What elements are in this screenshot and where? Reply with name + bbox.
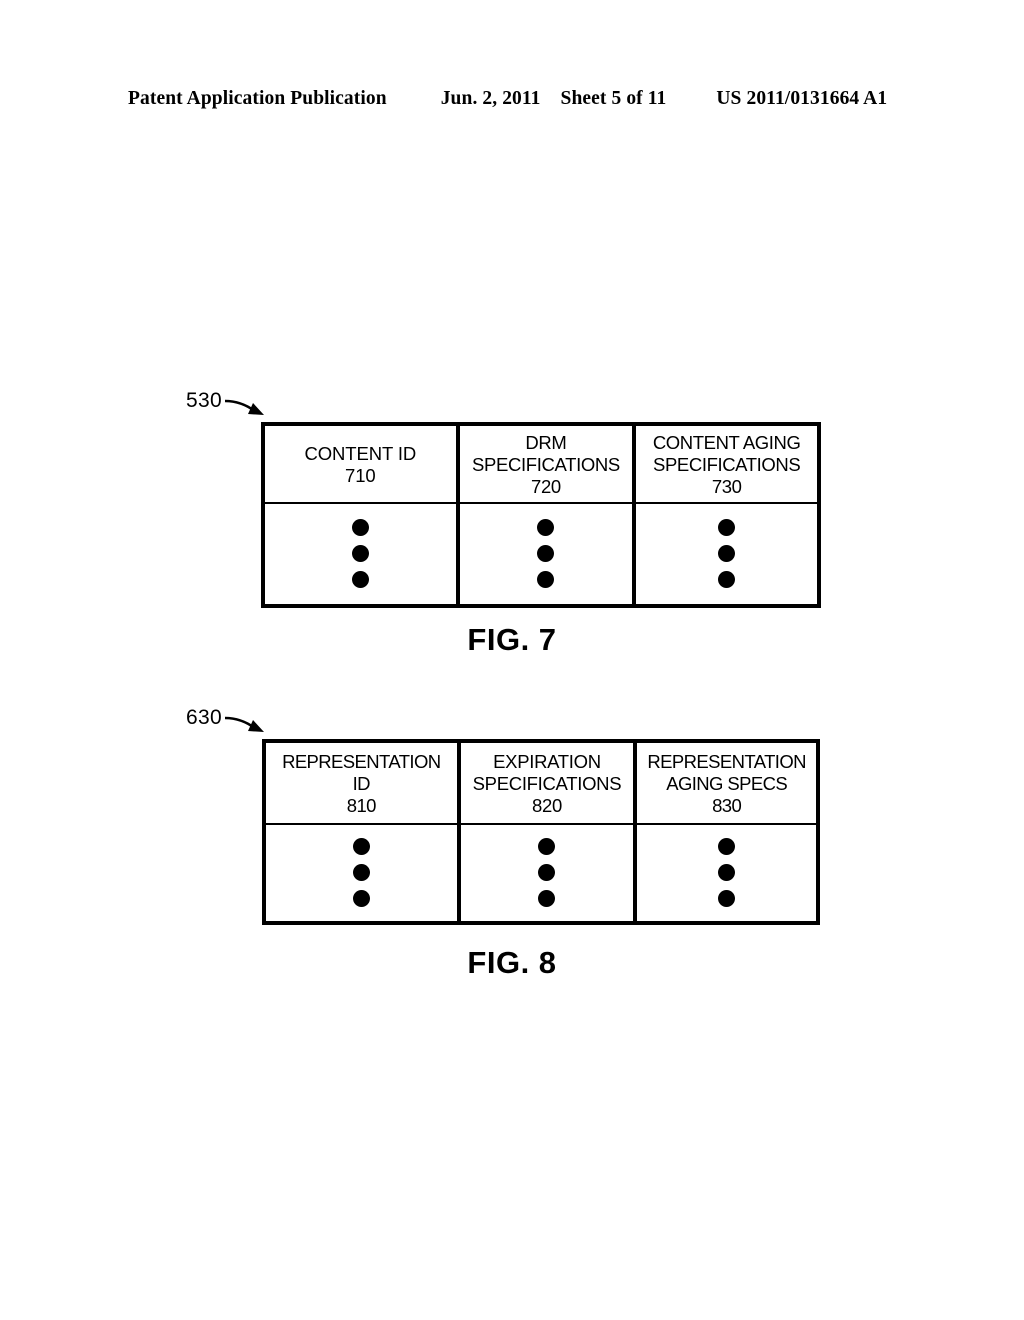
column-header-number: 830: [712, 794, 742, 816]
representation-specification-table: REPRESENTATION ID 810 EXPIRATION SPECIFI…: [262, 739, 820, 925]
vertical-ellipsis-dot: [351, 570, 369, 588]
column-header-content-aging-specifications: CONTENT AGING SPECIFICATIONS 730: [636, 426, 817, 504]
table-column-representation-id: REPRESENTATION ID 810: [266, 743, 461, 921]
vertical-ellipsis-dot: [352, 863, 370, 881]
column-header-content-id: CONTENT ID 710: [265, 426, 456, 504]
reference-numeral-530: 530: [186, 389, 222, 412]
column-header-number: 710: [345, 464, 376, 486]
figure-7-caption: FIG. 7: [467, 622, 557, 657]
vertical-ellipsis-dot: [718, 837, 736, 855]
vertical-ellipsis-dot: [538, 837, 556, 855]
table-column-drm-specifications: DRM SPECIFICATIONS 720: [459, 426, 637, 604]
column-body-representation-id: [266, 825, 457, 921]
column-header-label-line2: SPECIFICATIONS: [472, 772, 622, 794]
column-header-label-line1: REPRESENTATION: [282, 750, 441, 772]
column-header-label-line2: ID: [352, 772, 371, 794]
vertical-ellipsis-dot: [538, 863, 556, 881]
table-column-representation-aging-specs: REPRESENTATION AGING SPECS 830: [637, 743, 816, 921]
column-header-label-line1: CONTENT AGING: [652, 431, 801, 453]
column-header-label-line1: REPRESENTATION: [647, 750, 806, 772]
column-header-number: 820: [531, 794, 562, 816]
vertical-ellipsis-dot: [351, 544, 369, 562]
column-header-representation-aging-specs: REPRESENTATION AGING SPECS 830: [637, 743, 816, 825]
figure-8-caption: FIG. 8: [467, 945, 557, 980]
vertical-ellipsis-dot: [352, 837, 370, 855]
header-date-label: Jun. 2, 2011: [440, 88, 541, 109]
column-header-expiration-specifications: EXPIRATION SPECIFICATIONS 820: [460, 743, 634, 825]
vertical-ellipsis-dot: [718, 544, 736, 562]
vertical-ellipsis-dot: [537, 544, 555, 562]
column-header-label-line2: AGING SPECS: [666, 772, 788, 794]
column-header-number: 720: [531, 475, 561, 497]
column-body-content-aging-specifications: [636, 504, 817, 604]
column-header-label-line2: SPECIFICATIONS: [472, 453, 620, 475]
column-header-label-line1: DRM: [525, 431, 567, 453]
column-body-drm-specifications: [460, 504, 633, 604]
column-body-expiration-specifications: [461, 825, 634, 921]
column-header-drm-specifications: DRM SPECIFICATIONS 720: [459, 426, 633, 504]
column-header-label-line2: SPECIFICATIONS: [653, 453, 801, 475]
column-header-label-line1: EXPIRATION: [493, 750, 601, 772]
column-header-label: CONTENT ID: [304, 442, 417, 464]
vertical-ellipsis-dot: [352, 889, 370, 907]
reference-numeral-630: 630: [186, 706, 222, 729]
vertical-ellipsis-dot: [718, 518, 736, 536]
page-running-header: Patent Application Publication Jun. 2, 2…: [128, 88, 896, 116]
column-header-number: 810: [346, 794, 377, 816]
column-body-representation-aging-specs: [637, 825, 816, 921]
reference-callout-530: 530: [186, 390, 269, 434]
vertical-ellipsis-dot: [718, 570, 736, 588]
column-header-representation-id: REPRESENTATION ID 810: [266, 743, 457, 825]
reference-callout-630: 630: [186, 707, 269, 751]
header-publication-label: Patent Application Publication: [128, 88, 387, 109]
vertical-ellipsis-dot: [718, 863, 736, 881]
content-specification-table: CONTENT ID 710 DRM SPECIFICATIONS 720 CO…: [261, 422, 821, 608]
table-column-expiration-specifications: EXPIRATION SPECIFICATIONS 820: [460, 743, 638, 921]
vertical-ellipsis-dot: [351, 518, 369, 536]
vertical-ellipsis-dot: [538, 889, 556, 907]
table-column-content-id: CONTENT ID 710: [265, 426, 460, 604]
vertical-ellipsis-dot: [537, 570, 555, 588]
header-patent-number: US 2011/0131664 A1: [716, 88, 888, 109]
header-sheet-label: Sheet 5 of 11: [560, 88, 667, 109]
column-body-content-id: [265, 504, 456, 604]
column-header-number: 730: [711, 475, 742, 497]
vertical-ellipsis-dot: [718, 889, 736, 907]
table-column-content-aging-specifications: CONTENT AGING SPECIFICATIONS 730: [636, 426, 817, 604]
vertical-ellipsis-dot: [537, 518, 555, 536]
